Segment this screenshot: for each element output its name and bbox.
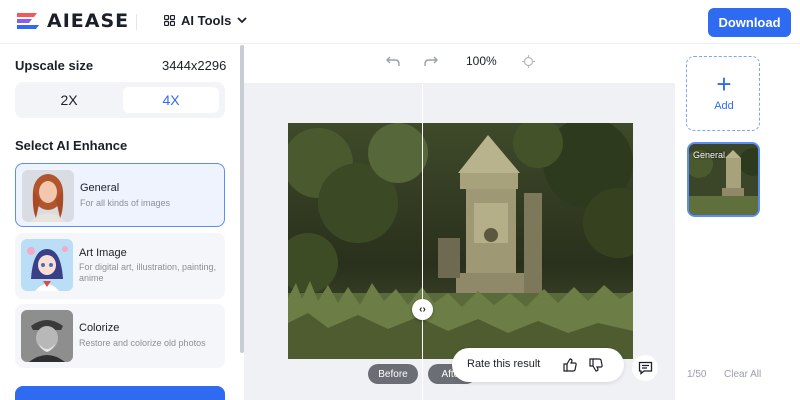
enhance-option-general[interactable]: General For all kinds of images: [15, 163, 225, 227]
scale-toggle: 2X 4X: [15, 82, 225, 118]
ai-tools-label: AI Tools: [181, 13, 232, 28]
anime-thumbnail: [21, 239, 73, 291]
zoom-level[interactable]: 100%: [466, 54, 497, 68]
enhance-option-title: Art Image: [79, 247, 127, 259]
feedback-button[interactable]: [632, 355, 658, 381]
comparison-image[interactable]: [288, 123, 633, 359]
upscale-size-label: Upscale size: [15, 58, 94, 73]
rate-result-label: Rate this result: [467, 358, 541, 370]
add-image-button[interactable]: + Add: [686, 56, 760, 131]
split-handle-icon[interactable]: ‹›: [412, 299, 433, 320]
aiease-logo-icon: [17, 13, 39, 29]
enhance-option-desc: For digital art, illustration, painting,…: [79, 262, 217, 283]
old-man-thumbnail: [21, 310, 73, 362]
undo-icon[interactable]: [386, 55, 400, 67]
thumbs-up-icon[interactable]: [562, 357, 578, 373]
enhance-option-title: Colorize: [79, 322, 120, 334]
scale-option-4x[interactable]: 4X: [123, 87, 219, 113]
image-thumbnail-general[interactable]: General: [687, 142, 760, 217]
compare-divider-line[interactable]: [422, 84, 423, 400]
enhance-option-colorize[interactable]: Colorize Restore and colorize old photos: [15, 304, 225, 368]
header-divider: [136, 14, 137, 30]
image-count: 1/50: [687, 369, 707, 380]
redo-icon[interactable]: [424, 55, 438, 67]
top-header: AIEASE AI Tools Download: [0, 0, 800, 44]
brand-name: AIEASE: [47, 10, 130, 32]
enhance-option-art-image[interactable]: Art Image For digital art, illustration,…: [15, 233, 225, 299]
comment-icon: [638, 361, 652, 375]
add-image-label: Add: [714, 100, 734, 112]
rate-result-box: Rate this result: [452, 348, 624, 382]
locate-icon[interactable]: [522, 55, 535, 68]
enhance-option-desc: Restore and colorize old photos: [79, 338, 206, 348]
scale-option-2x[interactable]: 2X: [21, 87, 117, 113]
thumbs-down-icon[interactable]: [588, 357, 604, 373]
enhance-option-title: General: [80, 182, 120, 194]
brand-logo[interactable]: AIEASE: [15, 10, 129, 32]
upscale-size-value: 3444x2296: [162, 58, 227, 73]
clear-all-button[interactable]: Clear All: [724, 369, 761, 380]
apply-button[interactable]: [15, 386, 225, 400]
before-label[interactable]: Before: [368, 364, 418, 384]
chevron-down-icon: [237, 17, 247, 24]
ai-tools-grid-icon: [164, 15, 175, 26]
download-button[interactable]: Download: [708, 8, 791, 37]
plus-icon: +: [716, 69, 732, 99]
enhance-option-desc: For all kinds of images: [80, 198, 171, 208]
select-ai-enhance-label: Select AI Enhance: [15, 138, 128, 153]
thumbnail-label: General: [693, 150, 726, 160]
ai-tools-menu[interactable]: AI Tools: [164, 13, 247, 28]
portrait-thumbnail: [22, 170, 74, 222]
canvas-toolbar: [244, 45, 675, 83]
